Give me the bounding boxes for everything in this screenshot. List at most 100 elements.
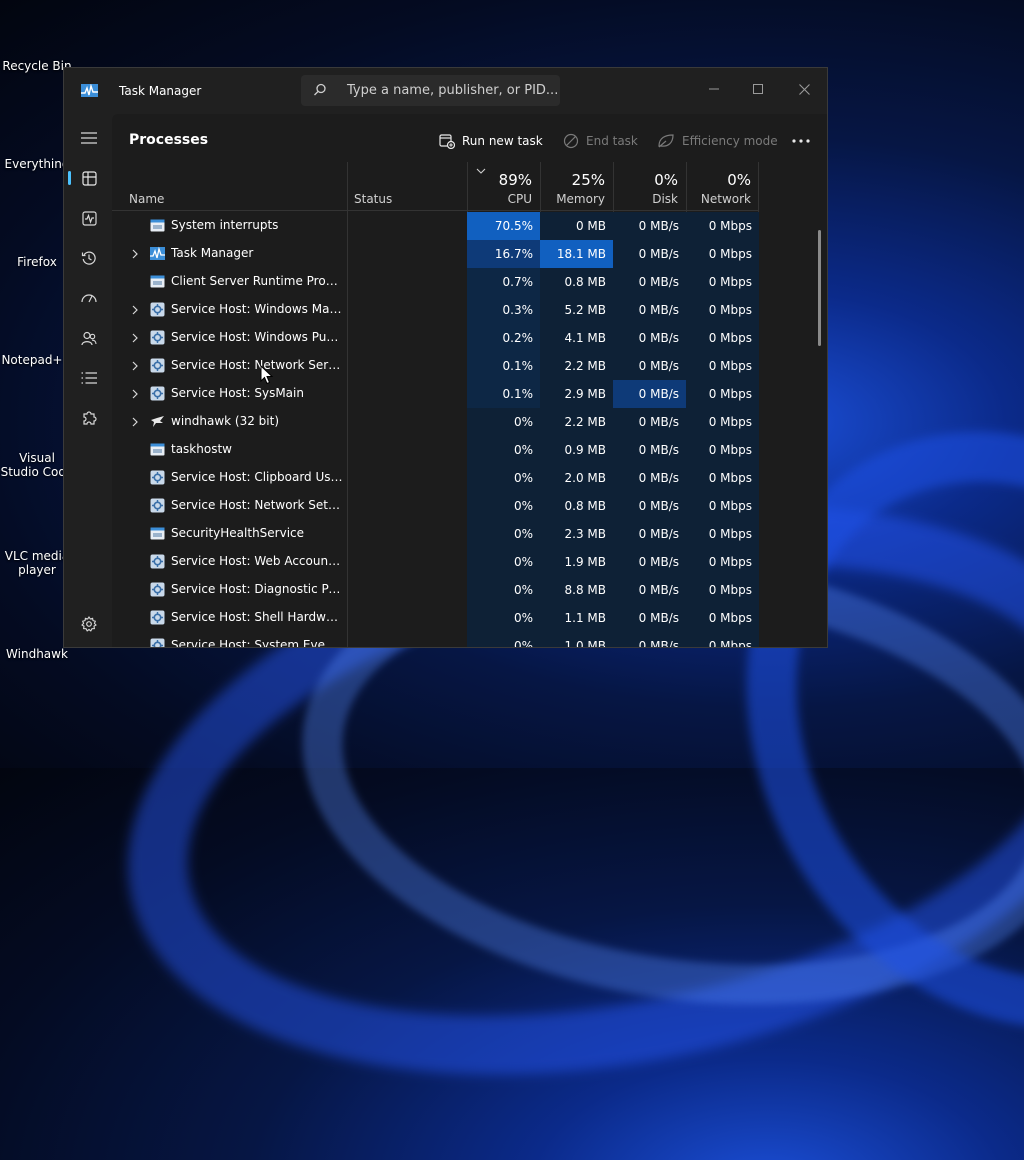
disk-cell: 0 MB/s: [613, 548, 686, 576]
table-row[interactable]: Service Host: System Event No... 0%1.0 MB…: [112, 632, 759, 647]
efficiency-mode-label: Efficiency mode: [682, 134, 778, 148]
table-row[interactable]: Client Server Runtime Process 0.7% 0.8 MB 0…: [112, 268, 759, 296]
run-new-task-button[interactable]: Run new task: [439, 126, 543, 156]
table-row[interactable]: Service Host: Windows Manag... 0.3%5.2 MB…: [112, 296, 759, 324]
end-task-button[interactable]: End task: [563, 126, 638, 156]
cpu-cell: 0%: [467, 464, 540, 492]
table-row[interactable]: Service Host: Network Setup S... 0%0.8 MB…: [112, 492, 759, 520]
memory-cell: 1.1 MB: [540, 604, 613, 632]
gear-icon: [150, 554, 165, 569]
network-cell: 0 Mbps: [686, 576, 759, 604]
details-list-icon: [81, 372, 97, 384]
network-cell: 0 Mbps: [686, 324, 759, 352]
window-icon: [150, 274, 165, 289]
cpu-cell: 0%: [467, 604, 540, 632]
nav-performance[interactable]: [72, 201, 106, 235]
column-header-memory[interactable]: 25% Memory: [540, 162, 613, 210]
search-input[interactable]: Type a name, publisher, or PID...: [347, 83, 558, 98]
chevron-right-icon[interactable]: [129, 387, 141, 401]
search-icon: [314, 83, 326, 96]
nav-users[interactable]: [72, 321, 106, 355]
nav-app-history[interactable]: [72, 241, 106, 275]
table-row[interactable]: Service Host: Network Service 0.1% 2.2 MB 0…: [112, 352, 759, 380]
disk-cell: 0 MB/s: [613, 380, 686, 408]
nav-services[interactable]: [72, 401, 106, 435]
memory-cell: 2.3 MB: [540, 520, 613, 548]
process-name: Service Host: Clipboard User S...: [171, 470, 343, 484]
cpu-cell: 0.7%: [467, 268, 540, 296]
chevron-right-icon[interactable]: [129, 247, 141, 261]
process-name: Client Server Runtime Process: [171, 274, 343, 288]
nav-processes[interactable]: [68, 161, 106, 195]
settings-gear-icon: [81, 616, 97, 632]
table-row[interactable]: Task Manager 16.7% 18.1 MB 0 MB/s 0 Mbps: [112, 240, 759, 268]
column-network-label: Network: [700, 192, 751, 206]
disk-cell: 0 MB/s: [613, 520, 686, 548]
network-cell: 0 Mbps: [686, 240, 759, 268]
network-cell: 0 Mbps: [686, 296, 759, 324]
column-cpu-label: CPU: [507, 192, 532, 206]
search-box[interactable]: Type a name, publisher, or PID...: [301, 75, 560, 106]
memory-cell: 2.2 MB: [540, 408, 613, 436]
process-name: System interrupts: [171, 218, 279, 232]
table-row[interactable]: Service Host: Clipboard User S... 0%2.0 M…: [112, 464, 759, 492]
chevron-right-icon[interactable]: [129, 415, 141, 429]
column-header-network[interactable]: 0% Network: [686, 162, 759, 210]
disk-cell: 0 MB/s: [613, 576, 686, 604]
cpu-cell: 0.3%: [467, 296, 540, 324]
process-name: Service Host: Web Account M...: [171, 554, 343, 568]
column-header-disk[interactable]: 0% Disk: [613, 162, 686, 210]
nav-details[interactable]: [72, 361, 106, 395]
table-row[interactable]: Service Host: Diagnostic Polic... 0% 8.8 M…: [112, 576, 759, 604]
memory-cell: 1.0 MB: [540, 632, 613, 647]
minimize-icon: [709, 88, 719, 90]
gear-icon: [150, 358, 165, 373]
network-cell: 0 Mbps: [686, 436, 759, 464]
table-row[interactable]: Service Host: Web Account M... 0% 1.9 MB 0 …: [112, 548, 759, 576]
efficiency-leaf-icon: [658, 134, 674, 148]
efficiency-mode-button[interactable]: Efficiency mode: [657, 126, 778, 156]
table-row[interactable]: System interrupts 70.5% 0 MB 0 MB/s 0 Mbps: [112, 212, 759, 240]
column-status-label: Status: [354, 192, 393, 206]
cpu-cell: 16.7%: [467, 240, 540, 268]
minimize-button[interactable]: [691, 74, 737, 104]
memory-cell: 0.8 MB: [540, 268, 613, 296]
network-cell: 0 Mbps: [686, 604, 759, 632]
table-row[interactable]: SecurityHealthService 0% 2.3 MB 0 MB/s 0 Mbp…: [112, 520, 759, 548]
vertical-scrollbar[interactable]: [818, 230, 821, 346]
maximize-button[interactable]: [735, 74, 781, 104]
table-row[interactable]: windhawk (32 bit) 0% 2.2 MB 0 MB/s 0 Mbps: [112, 408, 759, 436]
disk-cell: 0 MB/s: [613, 408, 686, 436]
cpu-cell: 0%: [467, 492, 540, 520]
table-row[interactable]: taskhostw 0% 0.9 MB 0 MB/s 0 Mbps: [112, 436, 759, 464]
window-icon: [150, 218, 165, 233]
disk-total: 0%: [654, 171, 678, 189]
processes-panel: Processes Run new task End task Efficien…: [112, 114, 827, 647]
column-header-name[interactable]: Name: [129, 162, 329, 210]
more-options-button[interactable]: [792, 126, 810, 156]
process-name: taskhostw: [171, 442, 232, 456]
table-row[interactable]: Service Host: Shell Hardware ... 0% 1.1 MB…: [112, 604, 759, 632]
gear-icon: [150, 386, 165, 401]
network-total: 0%: [727, 171, 751, 189]
run-new-task-label: Run new task: [462, 134, 543, 148]
hamburger-menu-button[interactable]: [72, 121, 106, 155]
settings-button[interactable]: [72, 607, 106, 641]
memory-total: 25%: [571, 171, 605, 189]
title-bar[interactable]: Task Manager Type a name, publisher, or …: [64, 68, 827, 114]
close-icon: [798, 83, 810, 95]
chevron-right-icon[interactable]: [129, 303, 141, 317]
memory-cell: 2.9 MB: [540, 380, 613, 408]
table-row[interactable]: Service Host: Windows Push ... 0.2% 4.1 MB…: [112, 324, 759, 352]
chevron-right-icon[interactable]: [129, 331, 141, 345]
nav-startup-apps[interactable]: [72, 281, 106, 315]
chevron-right-icon[interactable]: [129, 359, 141, 373]
desktop-icon-windhawk[interactable]: Windhawk: [0, 647, 74, 661]
users-icon: [81, 331, 97, 345]
table-row[interactable]: Service Host: SysMain 0.1% 2.9 MB 0 MB/s 0 M…: [112, 380, 759, 408]
memory-cell: 5.2 MB: [540, 296, 613, 324]
column-header-cpu[interactable]: 89% CPU: [467, 162, 540, 210]
close-button[interactable]: [781, 74, 827, 104]
column-header-status[interactable]: Status: [354, 162, 464, 210]
network-cell: 0 Mbps: [686, 268, 759, 296]
